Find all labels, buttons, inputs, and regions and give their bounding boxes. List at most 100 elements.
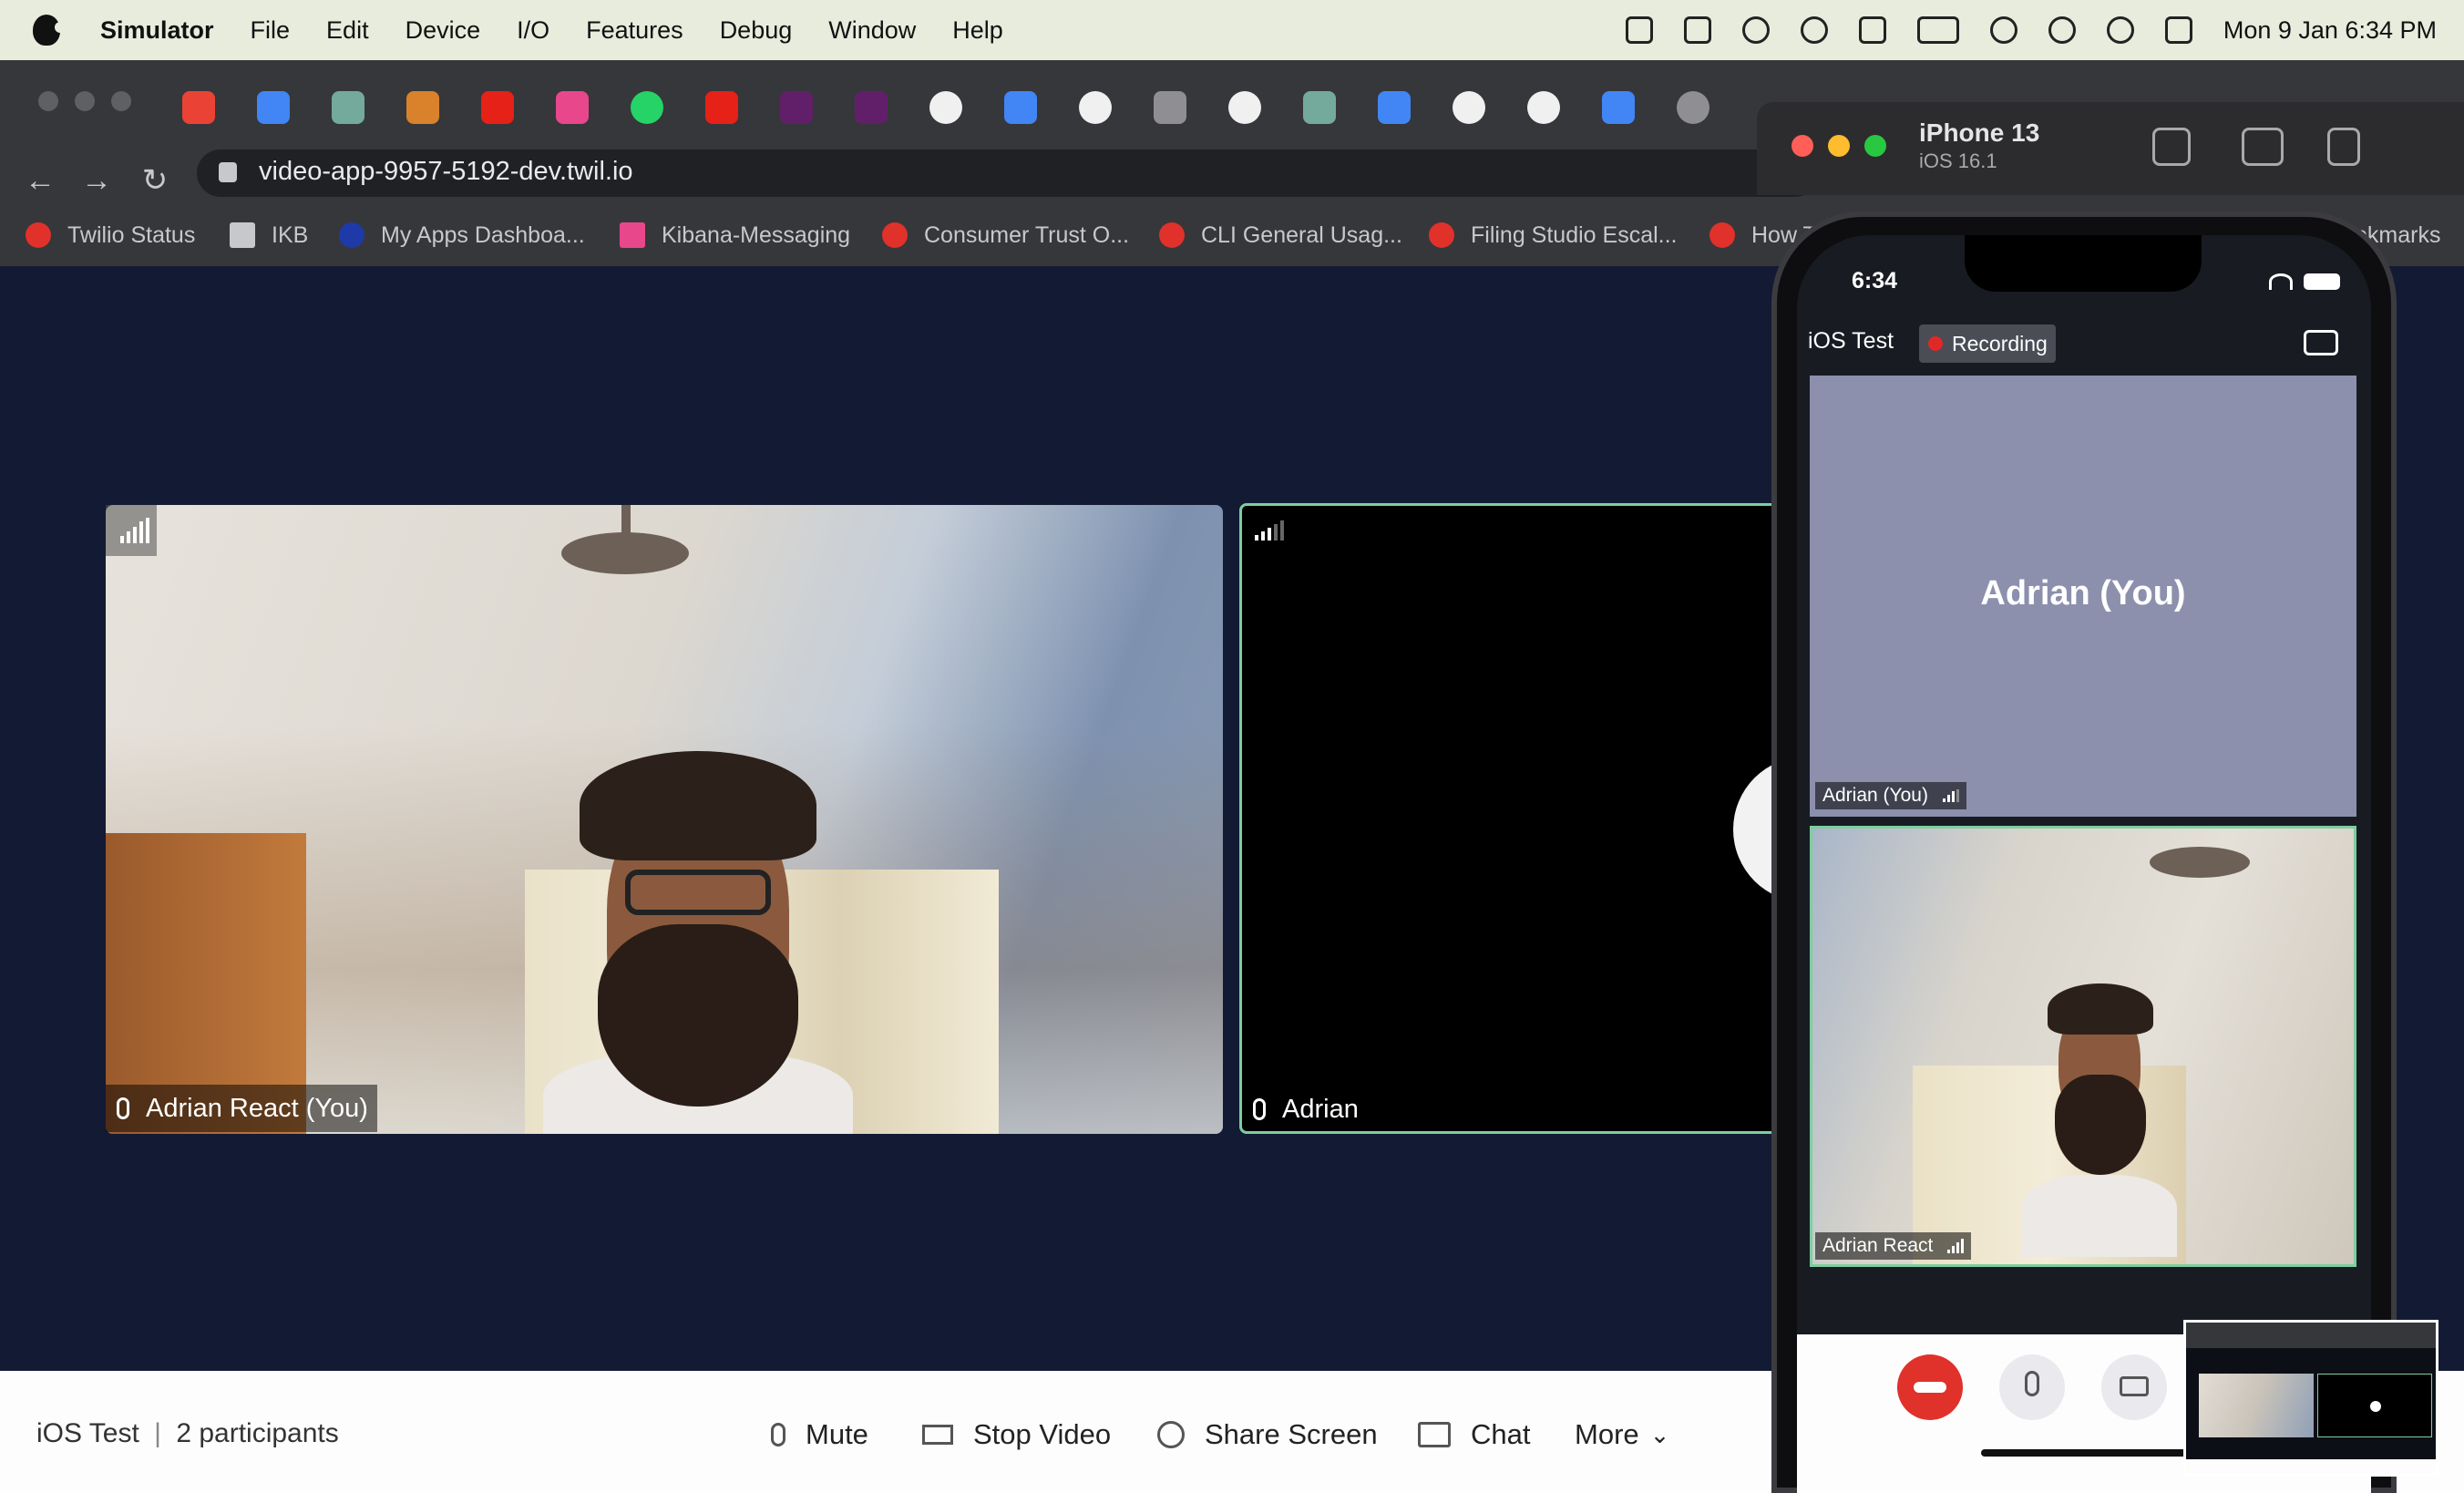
play-icon[interactable]	[2048, 16, 2076, 44]
bookmark-kibana[interactable]: Kibana-Messaging	[620, 215, 850, 255]
apple-tab-icon[interactable]	[1154, 91, 1186, 124]
flip-camera-icon[interactable]	[2304, 330, 2338, 355]
docs-tab-icon-3[interactable]	[1602, 91, 1635, 124]
menu-features[interactable]: Features	[586, 16, 683, 45]
lock-icon[interactable]	[219, 162, 237, 182]
phone-ceiling-fan	[2150, 847, 2250, 878]
menu-app-name[interactable]: Simulator	[100, 16, 214, 45]
docs-tab-icon-2[interactable]	[1378, 91, 1411, 124]
github-tab-icon-4[interactable]	[1453, 91, 1485, 124]
menu-device[interactable]: Device	[406, 16, 481, 45]
youtube-tab-icon-2[interactable]	[705, 91, 738, 124]
url-text[interactable]: video-app-9957-5192-dev.twil.io	[259, 157, 633, 187]
phone-participant-video	[2022, 983, 2177, 1257]
sim-minimize-icon[interactable]	[1828, 135, 1850, 157]
window-minimize-icon[interactable]	[75, 91, 95, 111]
calendar-tab-icon[interactable]	[257, 91, 290, 124]
chatgpt-tab-icon-2[interactable]	[1303, 91, 1336, 124]
reload-icon[interactable]: ↻	[135, 160, 175, 201]
screenshot-icon[interactable]	[2242, 128, 2284, 166]
wifi-icon[interactable]	[1989, 16, 2017, 44]
more-button[interactable]: More ⌄	[1575, 1415, 1669, 1455]
github-tab-icon-5[interactable]	[1527, 91, 1560, 124]
forward-icon[interactable]: →	[77, 160, 117, 201]
local-video-tile[interactable]	[106, 505, 1223, 1134]
bookmark-twilio-status[interactable]: Twilio Status	[26, 215, 195, 255]
battery-icon[interactable]	[1916, 16, 1959, 44]
recording-badge: Recording	[1919, 324, 2056, 363]
pager-tab-icon[interactable]	[556, 91, 589, 124]
slack-tab-icon[interactable]	[780, 91, 813, 124]
phone-camera-button[interactable]	[2101, 1354, 2167, 1420]
phone-status-time: 6:34	[1852, 268, 1898, 293]
mute-button[interactable]: Mute	[771, 1415, 868, 1455]
folder-icon	[230, 222, 255, 248]
chevron-down-icon: ⌄	[1649, 1420, 1670, 1448]
docs-tab-icon[interactable]	[1004, 91, 1037, 124]
bookmark-filing-studio[interactable]: Filing Studio Escal...	[1429, 215, 1678, 255]
window-zoom-icon[interactable]	[111, 91, 131, 111]
sim-zoom-icon[interactable]	[1864, 135, 1886, 157]
stop-video-button[interactable]: Stop Video	[922, 1415, 1111, 1455]
screenshot-thumbnail[interactable]	[2183, 1320, 2438, 1477]
camera-icon	[922, 1425, 953, 1445]
chatgpt-tab-icon[interactable]	[332, 91, 364, 124]
phone-local-placeholder-name: Adrian (You)	[1980, 574, 2186, 613]
bookmark-my-apps[interactable]: My Apps Dashboa...	[339, 215, 585, 255]
remote-video-tile[interactable]: Adrian	[1239, 503, 1804, 1134]
end-call-button[interactable]	[1897, 1354, 1963, 1420]
window-close-icon[interactable]	[38, 91, 58, 111]
chat-icon	[1418, 1422, 1451, 1447]
bookmark-ikb[interactable]: IKB	[230, 215, 308, 255]
github-tab-icon-2[interactable]	[1079, 91, 1112, 124]
hair	[580, 751, 816, 860]
home-icon[interactable]	[2152, 128, 2191, 166]
menu-file[interactable]: File	[251, 16, 291, 45]
chat-button[interactable]: Chat	[1418, 1415, 1530, 1455]
headphones-icon[interactable]	[1741, 16, 1770, 44]
slack-tab-icon-2[interactable]	[855, 91, 888, 124]
mic-icon-remote	[1253, 1098, 1266, 1120]
github-tab-icon-3[interactable]	[1228, 91, 1261, 124]
github-tab-icon[interactable]	[929, 91, 962, 124]
signal-bars-icon-remote	[1255, 520, 1284, 541]
menu-debug[interactable]: Debug	[720, 16, 793, 45]
sim-close-icon[interactable]	[1792, 135, 1813, 157]
whatsapp-tab-icon[interactable]	[631, 91, 663, 124]
share-screen-button[interactable]: Share Screen	[1157, 1415, 1378, 1455]
menu-io[interactable]: I/O	[517, 16, 549, 45]
phone-battery-icon	[2304, 273, 2340, 290]
scale-icon[interactable]	[1683, 16, 1711, 44]
globe-tab-icon[interactable]	[1677, 91, 1709, 124]
rotate-icon[interactable]	[2327, 128, 2360, 166]
bluetooth-icon[interactable]	[1858, 16, 1886, 44]
phone-signal-icon-2	[1947, 1239, 1965, 1253]
network-quality-local	[106, 505, 157, 556]
apple-menu-icon[interactable]	[33, 15, 66, 46]
twilio-icon-2	[1159, 222, 1185, 248]
twilio-icon	[26, 222, 51, 248]
back-icon[interactable]: ←	[20, 160, 60, 201]
app-tab-icon[interactable]	[406, 91, 439, 124]
bookmark-cli-usage[interactable]: CLI General Usag...	[1159, 215, 1402, 255]
stack-icon[interactable]	[1625, 16, 1653, 44]
search-icon[interactable]	[2106, 16, 2134, 44]
phone-mic-button[interactable]	[1999, 1354, 2065, 1420]
bookmark-consumer-trust[interactable]: Consumer Trust O...	[882, 215, 1129, 255]
phone-wifi-icon	[2269, 273, 2293, 290]
control-center-icon[interactable]	[2164, 16, 2192, 44]
phone-room-name: iOS Test	[1808, 328, 1894, 354]
phone-local-label: Adrian (You)	[1815, 782, 1966, 809]
menu-clock[interactable]: Mon 9 Jan 6:34 PM	[2223, 16, 2437, 45]
phone-remote-tile[interactable]	[1810, 826, 2356, 1267]
menu-help[interactable]: Help	[952, 16, 1003, 45]
okta-icon	[339, 222, 364, 248]
youtube-tab-icon[interactable]	[481, 91, 514, 124]
room-info: iOS Test | 2 participants	[36, 1418, 339, 1448]
glasses	[625, 870, 771, 915]
menu-edit[interactable]: Edit	[326, 16, 369, 45]
hangup-icon	[1914, 1382, 1946, 1393]
menu-window[interactable]: Window	[828, 16, 916, 45]
gmail-tab-icon[interactable]	[182, 91, 215, 124]
globe-icon[interactable]	[1800, 16, 1828, 44]
